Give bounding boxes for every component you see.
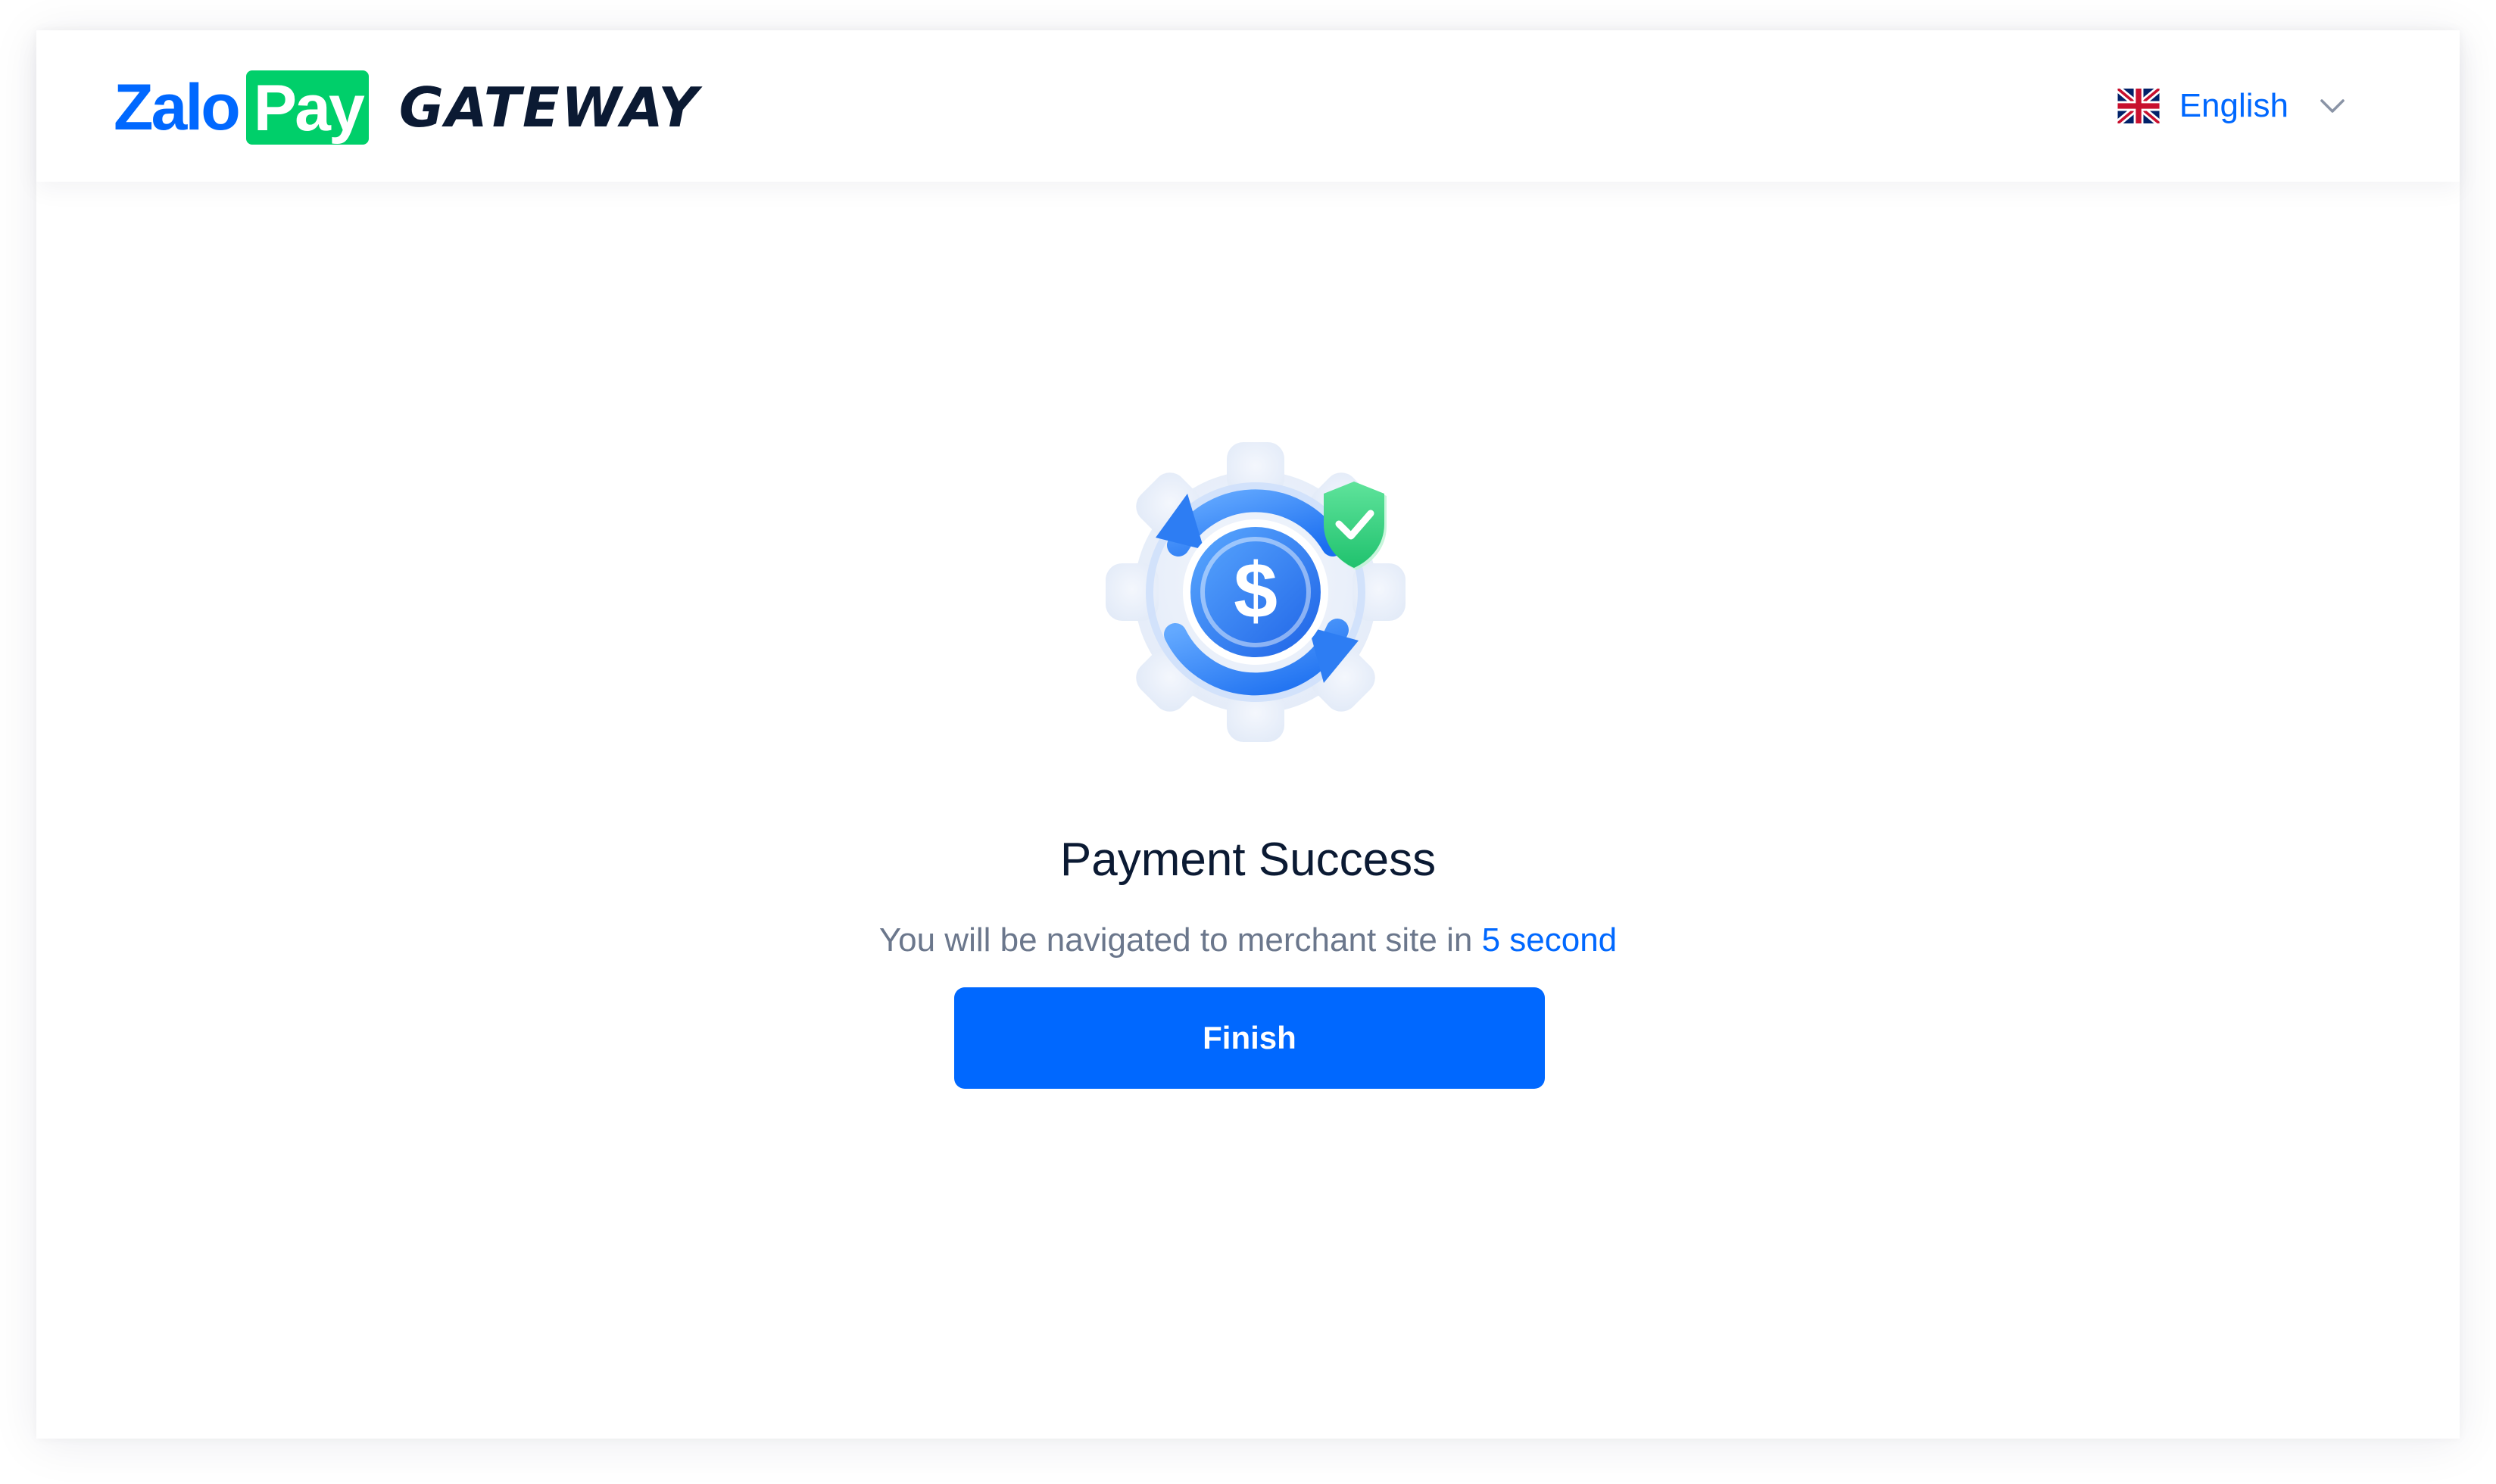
- logo-zalo-text: Zalo: [114, 71, 241, 144]
- uk-flag-icon: [2117, 89, 2160, 123]
- redirect-message: You will be navigated to merchant site i…: [36, 924, 2460, 957]
- redirect-countdown: 5 second: [1481, 921, 1618, 959]
- redirect-message-text: You will be navigated to merchant site i…: [878, 921, 1473, 959]
- chevron-down-icon: [2320, 99, 2345, 113]
- payment-success-gear-dollar-shield-icon: $: [1106, 442, 1406, 742]
- language-selector[interactable]: English: [2117, 89, 2346, 123]
- svg-text:$: $: [1234, 547, 1278, 635]
- logo-pay-badge: Pay: [245, 70, 369, 145]
- top-header: Zalo Pay GATEWAY English: [36, 30, 2460, 182]
- payment-status-title: Payment Success: [1059, 834, 1437, 886]
- finish-button[interactable]: Finish: [954, 987, 1545, 1089]
- payment-result-content: $ Payment Success You will be navigated …: [36, 182, 2460, 1439]
- logo-gateway-text: GATEWAY: [398, 76, 700, 139]
- page-frame: Zalo Pay GATEWAY English $ Payment Succe…: [36, 30, 2460, 1439]
- language-label: English: [2179, 87, 2289, 124]
- zalopay-gateway-logo[interactable]: Zalo Pay GATEWAY: [114, 70, 700, 145]
